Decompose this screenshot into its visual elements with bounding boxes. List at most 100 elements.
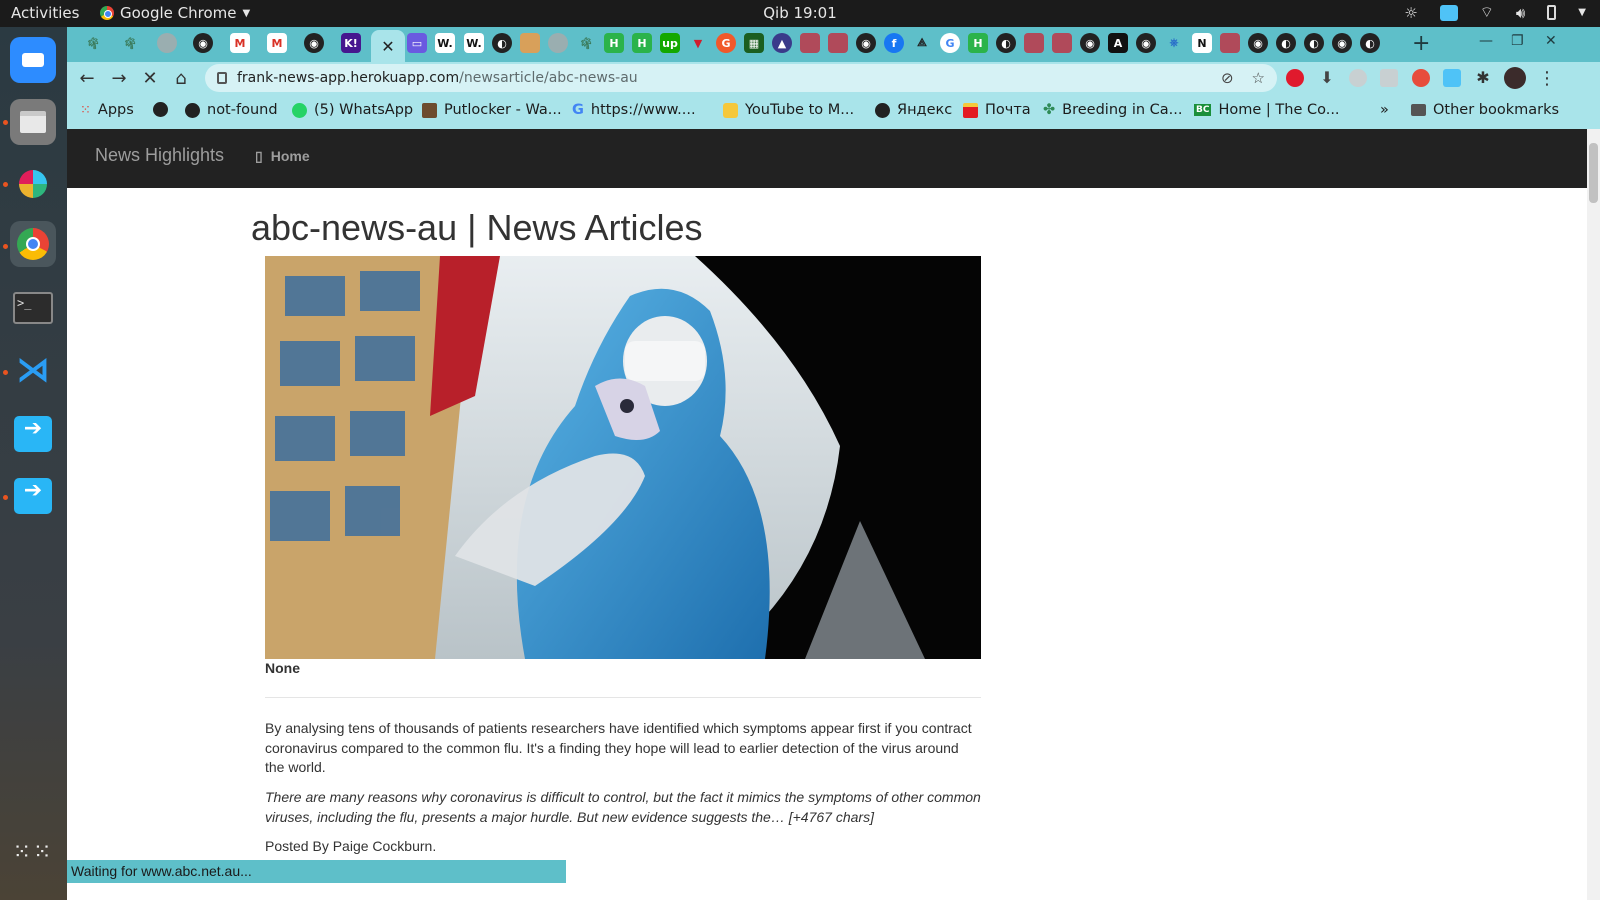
tab-favicon[interactable]: ⎈: [1164, 33, 1184, 53]
globe-icon[interactable]: ◐: [996, 33, 1016, 53]
bookmark-youtube-to-mp3[interactable]: YouTube to M...: [723, 102, 854, 118]
bookmark-yandex[interactable]: Яндекс: [875, 102, 952, 118]
github-icon[interactable]: ◉: [193, 33, 213, 53]
globe-icon[interactable]: ◐: [1304, 33, 1324, 53]
dock-remote-app-2[interactable]: ➔: [10, 473, 56, 519]
tab-favicon[interactable]: 🌴︎: [120, 33, 140, 53]
lock-icon[interactable]: [217, 72, 227, 84]
app-menu[interactable]: Google Chrome ▼: [100, 4, 250, 22]
gmail-icon[interactable]: M: [267, 33, 287, 53]
globe-icon[interactable]: ◐: [1276, 33, 1296, 53]
dock-zoom[interactable]: [10, 37, 56, 83]
address-bar[interactable]: frank-news-app.herokuapp.com/newsarticle…: [205, 64, 1277, 92]
github-icon[interactable]: ◉: [304, 33, 324, 53]
kahoot-icon[interactable]: K!: [341, 33, 361, 53]
active-tab[interactable]: ✕: [371, 30, 405, 62]
notion-icon[interactable]: N: [1192, 33, 1212, 53]
site-brand-link[interactable]: News Highlights: [95, 145, 224, 166]
system-tray[interactable]: ☼ ⌔ 🔊︎ ▼: [1404, 3, 1586, 22]
globe-icon[interactable]: ◐: [1360, 33, 1380, 53]
tab-favicon[interactable]: [828, 33, 848, 53]
bookmark-whatsapp[interactable]: (5) WhatsApp: [292, 102, 413, 118]
hyperskill-icon[interactable]: H: [604, 33, 624, 53]
tab-favicon[interactable]: [1024, 33, 1044, 53]
volume-icon[interactable]: 🔊︎: [1516, 4, 1525, 22]
remote-app-tray-icon[interactable]: [1439, 4, 1458, 21]
minimize-button[interactable]: —: [1479, 33, 1493, 49]
tab-favicon[interactable]: ▭: [407, 33, 427, 53]
github-icon[interactable]: ◉: [1332, 33, 1352, 53]
github-icon[interactable]: ◉: [856, 33, 876, 53]
tab-favicon[interactable]: ⟁: [912, 33, 932, 53]
activities-button[interactable]: Activities: [11, 4, 79, 22]
bookmark-globe[interactable]: [153, 102, 168, 117]
close-window-button[interactable]: ✕: [1545, 33, 1557, 49]
system-menu-chevron-icon[interactable]: ▼: [1578, 7, 1586, 18]
dock-vscode[interactable]: ⋊: [10, 347, 56, 393]
wikipedia-icon[interactable]: W.: [435, 33, 455, 53]
chrome-menu-button[interactable]: ⋮: [1535, 66, 1559, 90]
globe-icon[interactable]: ◐: [492, 33, 512, 53]
bookmark-star-icon[interactable]: ☆: [1252, 69, 1265, 87]
hyperskill-icon[interactable]: H: [632, 33, 652, 53]
google-icon[interactable]: G: [940, 33, 960, 53]
other-bookmarks[interactable]: Other bookmarks: [1411, 102, 1559, 118]
upwork-icon[interactable]: up: [660, 33, 680, 53]
tab-favicon[interactable]: A: [1108, 33, 1128, 53]
close-icon[interactable]: ✕: [381, 37, 394, 56]
tab-favicon[interactable]: [800, 33, 820, 53]
extension-icon[interactable]: [1412, 69, 1430, 87]
tab-favicon[interactable]: ▦: [744, 33, 764, 53]
translate-extension-icon[interactable]: [1443, 69, 1461, 87]
tab-favicon[interactable]: [520, 33, 540, 53]
bookmark-home-the-co[interactable]: BC Home | The Co...: [1194, 102, 1340, 118]
github-icon[interactable]: ◉: [1248, 33, 1268, 53]
tracking-blocked-icon[interactable]: ⊘: [1221, 69, 1234, 87]
dock-chrome[interactable]: [10, 221, 56, 267]
page-scrollbar[interactable]: [1587, 129, 1600, 900]
bookmark-not-found[interactable]: not-found: [185, 102, 278, 118]
tab-favicon[interactable]: 🌴︎: [83, 33, 103, 53]
opera-extension-icon[interactable]: [1286, 69, 1304, 87]
bookmark-putlocker[interactable]: Putlocker - Wa...: [422, 102, 562, 118]
wifi-icon[interactable]: ⌔: [1480, 3, 1494, 22]
tab-favicon[interactable]: ▼: [688, 33, 708, 53]
back-button[interactable]: ←: [75, 66, 99, 90]
download-extension-icon[interactable]: ⬇: [1318, 69, 1336, 87]
tab-favicon[interactable]: [1052, 33, 1072, 53]
scrollbar-thumb[interactable]: [1589, 143, 1598, 203]
extension-icon[interactable]: [1380, 69, 1398, 87]
extension-icon[interactable]: [1349, 69, 1367, 87]
battery-icon[interactable]: [1547, 5, 1557, 20]
dock-files[interactable]: [10, 99, 56, 145]
tab-favicon[interactable]: [548, 33, 568, 53]
bookmark-google[interactable]: G https://www....: [572, 102, 696, 118]
github-icon[interactable]: ◉: [1136, 33, 1156, 53]
bookmark-apps[interactable]: ⁙ Apps: [80, 102, 134, 118]
dock-terminal[interactable]: >_: [10, 285, 56, 331]
dock-remote-app-1[interactable]: ➔: [10, 411, 56, 457]
facebook-icon[interactable]: f: [884, 33, 904, 53]
bookmark-breeding[interactable]: ✤ Breeding in Ca...: [1043, 102, 1183, 118]
hyperskill-icon[interactable]: H: [968, 33, 988, 53]
stop-loading-button[interactable]: ✕: [138, 66, 162, 90]
profile-avatar[interactable]: [1504, 67, 1526, 89]
restore-button[interactable]: ❐: [1511, 33, 1524, 49]
bookmark-pochta[interactable]: Почта: [963, 102, 1031, 118]
puzzle-icon[interactable]: ✱: [1474, 69, 1492, 87]
tab-favicon[interactable]: [157, 33, 177, 53]
tab-favicon[interactable]: ▲: [772, 33, 792, 53]
tab-favicon[interactable]: 🌴︎: [576, 33, 596, 53]
tab-favicon[interactable]: [1220, 33, 1240, 53]
weather-icon[interactable]: ☼: [1404, 4, 1417, 22]
nav-home-link[interactable]: ▯ Home: [255, 148, 310, 165]
home-button[interactable]: ⌂: [169, 66, 193, 90]
forward-button[interactable]: →: [107, 66, 131, 90]
article-image[interactable]: [265, 256, 981, 659]
wikipedia-icon[interactable]: W.: [464, 33, 484, 53]
github-icon[interactable]: ◉: [1080, 33, 1100, 53]
show-applications-button[interactable]: ⁙⁙: [10, 829, 56, 875]
gmail-icon[interactable]: M: [230, 33, 250, 53]
bookmarks-overflow-button[interactable]: »: [1380, 102, 1389, 118]
dock-slack[interactable]: [10, 161, 56, 207]
